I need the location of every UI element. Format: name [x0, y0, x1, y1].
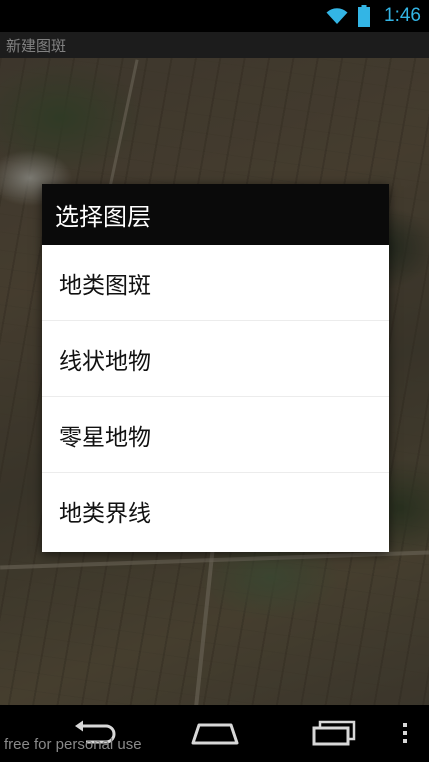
battery-icon	[358, 5, 371, 27]
device-screen: 1:46 新建图斑 选择图层 地类图斑 线状地物 零星地物 地类界线 free …	[0, 0, 429, 762]
dialog-header: 选择图层	[42, 184, 389, 245]
select-layer-dialog: 选择图层 地类图斑 线状地物 零星地物 地类界线	[42, 184, 389, 552]
clock: 1:46	[384, 5, 421, 26]
dialog-title: 选择图层	[55, 203, 151, 231]
layer-option-scattered-feature[interactable]: 零星地物	[42, 397, 389, 473]
recent-apps-icon[interactable]	[310, 719, 358, 747]
watermark-text: free for personal use	[4, 736, 142, 753]
home-icon[interactable]	[190, 719, 240, 747]
wifi-icon	[326, 7, 348, 25]
layer-list: 地类图斑 线状地物 零星地物 地类界线	[42, 245, 389, 549]
layer-option-linear-feature[interactable]: 线状地物	[42, 321, 389, 397]
layer-option-land-boundary[interactable]: 地类界线	[42, 473, 389, 549]
overflow-menu-icon[interactable]	[398, 719, 412, 747]
status-bar: 1:46	[0, 0, 429, 32]
navigation-bar: free for personal use	[0, 705, 429, 762]
layer-option-land-parcel[interactable]: 地类图斑	[42, 245, 389, 321]
